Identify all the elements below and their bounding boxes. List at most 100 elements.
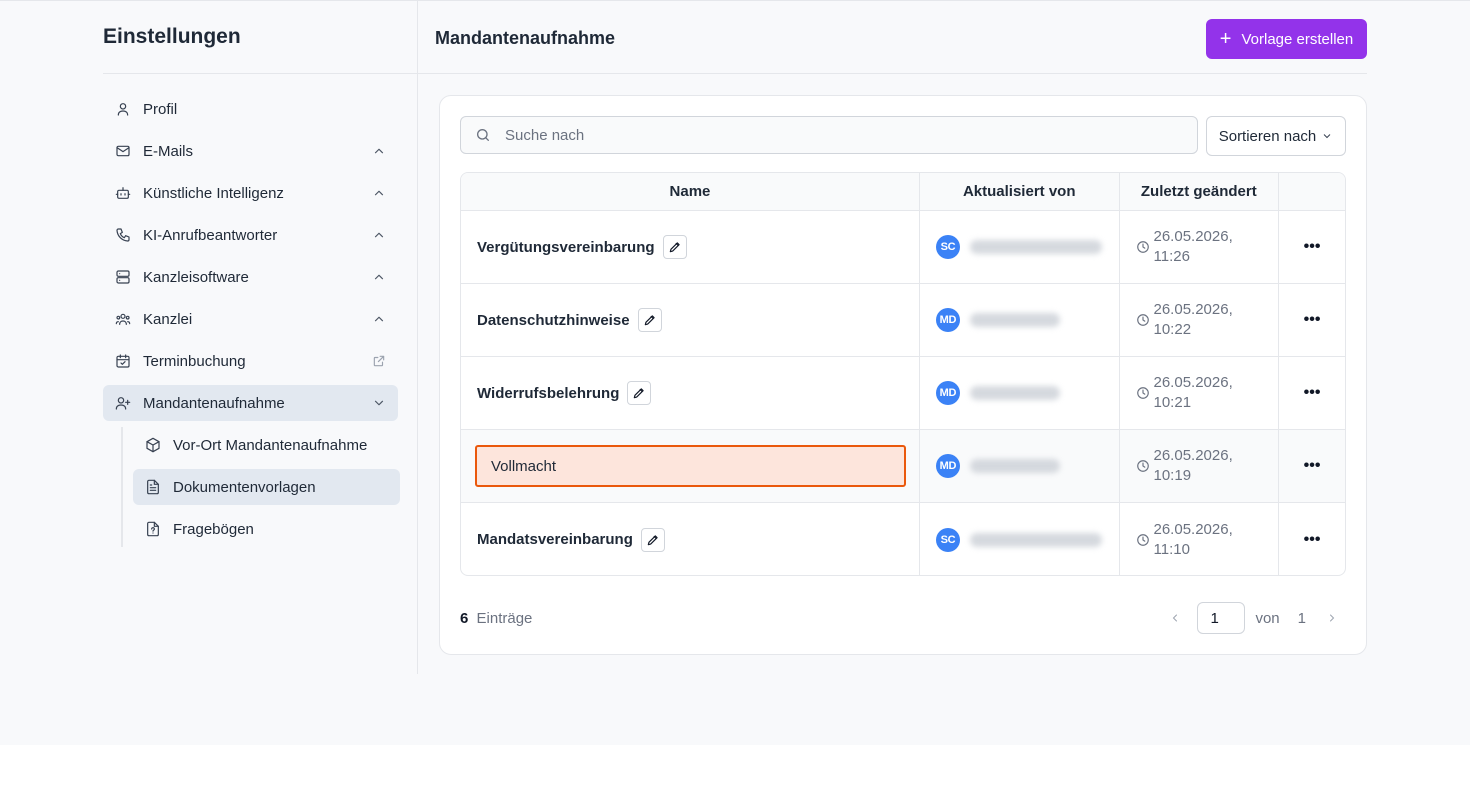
external-link-icon[interactable] <box>372 354 386 368</box>
name-cell: Vergütungsvereinbarung <box>461 211 920 283</box>
sidebar-item-label: Kanzlei <box>143 310 193 328</box>
updated-by-cell: MD <box>920 357 1120 429</box>
sidebar-subitem-frageboegen[interactable]: Fragebögen <box>133 511 400 547</box>
chevron-up-icon[interactable] <box>372 228 386 242</box>
pencil-icon <box>669 242 680 253</box>
name-cell: Widerrufsbelehrung <box>461 357 920 429</box>
clock-icon <box>1136 387 1149 399</box>
entry-count-label: Einträge <box>476 610 533 627</box>
rename-input[interactable] <box>475 445 906 487</box>
sidebar-item-terminbuchung[interactable]: Terminbuchung <box>103 343 398 379</box>
pencil-icon <box>634 388 645 399</box>
user-icon <box>115 101 131 117</box>
create-template-button[interactable]: + Vorlage erstellen <box>1206 19 1367 59</box>
modified-time: 10:19 <box>1153 467 1192 484</box>
chevron-up-icon[interactable] <box>372 186 386 200</box>
actions-cell: ••• <box>1279 284 1345 356</box>
modified-cell: 26.05.2026, 11:26 <box>1120 211 1280 283</box>
modified-cell: 26.05.2026, 11:10 <box>1120 503 1280 575</box>
edit-name-button[interactable] <box>662 235 687 259</box>
file-question-icon <box>145 521 161 537</box>
more-options-icon[interactable]: ••• <box>1304 385 1321 401</box>
entry-count: 6 Einträge <box>460 610 532 627</box>
table-row-editing: MD 26.05.2026, 10:19 ••• <box>461 430 1345 503</box>
pencil-icon <box>644 315 655 326</box>
package-icon <box>145 437 161 453</box>
sidebar-divider <box>103 73 418 74</box>
search-box[interactable] <box>460 116 1198 154</box>
blurred-user-name <box>969 240 1102 254</box>
more-options-icon[interactable]: ••• <box>1304 458 1321 474</box>
more-options-icon[interactable]: ••• <box>1304 312 1321 328</box>
page-input[interactable] <box>1197 602 1246 634</box>
edit-name-button[interactable] <box>637 308 662 332</box>
updated-by-cell: MD <box>920 430 1120 502</box>
modified-date: 26.05.2026, <box>1153 520 1233 538</box>
column-header-updated-by[interactable]: Aktualisiert von <box>920 173 1120 210</box>
edit-name-button[interactable] <box>640 527 665 552</box>
chevron-down-icon[interactable] <box>372 396 386 410</box>
sidebar-item-emails[interactable]: E-Mails <box>103 133 398 169</box>
blurred-user-name <box>969 313 1060 327</box>
chevron-up-icon[interactable] <box>372 312 386 326</box>
users-icon <box>115 311 131 327</box>
sidebar-title: Einstellungen <box>103 25 241 48</box>
avatar: SC <box>935 527 960 552</box>
chevron-right-icon[interactable] <box>1318 612 1346 624</box>
sidebar-item-label: KI-Anrufbeantworter <box>143 226 278 244</box>
chevron-down-icon <box>1323 134 1331 139</box>
sidebar-subitem-dokumentenvorlagen[interactable]: Dokumentenvorlagen <box>133 469 400 505</box>
page-of-label: von <box>1255 609 1280 627</box>
sidebar-item-ki[interactable]: Künstliche Intelligenz <box>103 175 398 211</box>
more-options-icon[interactable]: ••• <box>1304 239 1321 255</box>
sidebar-subitem-vor-ort[interactable]: Vor-Ort Mandantenaufnahme <box>133 427 400 463</box>
sidebar-item-profil[interactable]: Profil <box>103 91 398 127</box>
blurred-user-name <box>969 532 1102 547</box>
app-window: Einstellungen Profil E-Mails Künstliche … <box>0 0 1470 745</box>
clock-icon <box>1136 460 1149 472</box>
sidebar-item-label: Kanzleisoftware <box>143 268 249 286</box>
modified-cell: 26.05.2026, 10:22 <box>1120 284 1280 356</box>
more-options-icon[interactable]: ••• <box>1304 531 1321 548</box>
clock-icon <box>1136 533 1149 546</box>
server-icon <box>115 269 131 285</box>
chevron-left-icon[interactable] <box>1161 612 1189 624</box>
calendar-check-icon <box>115 353 131 369</box>
page-title: Mandantenaufnahme <box>435 28 616 48</box>
sort-dropdown[interactable]: Sortieren nach <box>1206 116 1346 156</box>
sidebar-item-kanzleisoftware[interactable]: Kanzleisoftware <box>103 259 398 295</box>
modified-date: 26.05.2026, <box>1153 374 1233 391</box>
clock-icon <box>1136 314 1149 326</box>
blurred-user-name <box>969 459 1060 473</box>
sidebar-item-kanzlei[interactable]: Kanzlei <box>103 301 398 337</box>
table-row: Vergütungsvereinbarung SC 26.05.2026, 11:… <box>461 211 1345 284</box>
sidebar-item-anrufbeantworter[interactable]: KI-Anrufbeantworter <box>103 217 398 253</box>
chevron-up-icon[interactable] <box>372 144 386 158</box>
user-plus-icon <box>115 395 131 411</box>
mandantenaufnahme-subnav: Vor-Ort Mandantenaufnahme Dokumentenvorl… <box>121 427 400 547</box>
sidebar-item-mandantenaufnahme[interactable]: Mandantenaufnahme <box>103 385 398 421</box>
settings-sidebar: Einstellungen Profil E-Mails Künstliche … <box>103 1 418 674</box>
sidebar-item-label: Fragebögen <box>173 520 254 538</box>
templates-table: Name Aktualisiert von Zuletzt geändert V… <box>460 172 1346 576</box>
templates-card: Sortieren nach Name Aktualisiert von Zul… <box>439 95 1367 655</box>
pencil-icon <box>647 534 658 545</box>
template-name: Widerrufsbelehrung <box>477 384 620 402</box>
template-name: Datenschutzhinweise <box>477 311 630 329</box>
actions-cell: ••• <box>1279 357 1345 429</box>
sidebar-item-label: Terminbuchung <box>143 352 246 370</box>
updated-by-cell: SC <box>920 211 1120 283</box>
table-row: Mandatsvereinbarung SC 26.05.2026, 11:10 … <box>461 503 1345 575</box>
modified-time: 10:22 <box>1153 321 1192 338</box>
chevron-up-icon[interactable] <box>372 270 386 284</box>
sidebar-item-label: Künstliche Intelligenz <box>143 184 284 202</box>
modified-cell: 26.05.2026, 10:19 <box>1120 430 1280 502</box>
column-header-last-modified[interactable]: Zuletzt geändert <box>1120 173 1280 210</box>
search-input[interactable] <box>505 126 1185 144</box>
column-header-name[interactable]: Name <box>461 173 920 210</box>
sidebar-item-label: Vor-Ort Mandantenaufnahme <box>173 436 368 454</box>
sidebar-item-label: E-Mails <box>143 142 194 160</box>
clock-icon <box>1136 241 1149 253</box>
updated-by-cell: MD <box>920 284 1120 356</box>
edit-name-button[interactable] <box>627 381 652 405</box>
